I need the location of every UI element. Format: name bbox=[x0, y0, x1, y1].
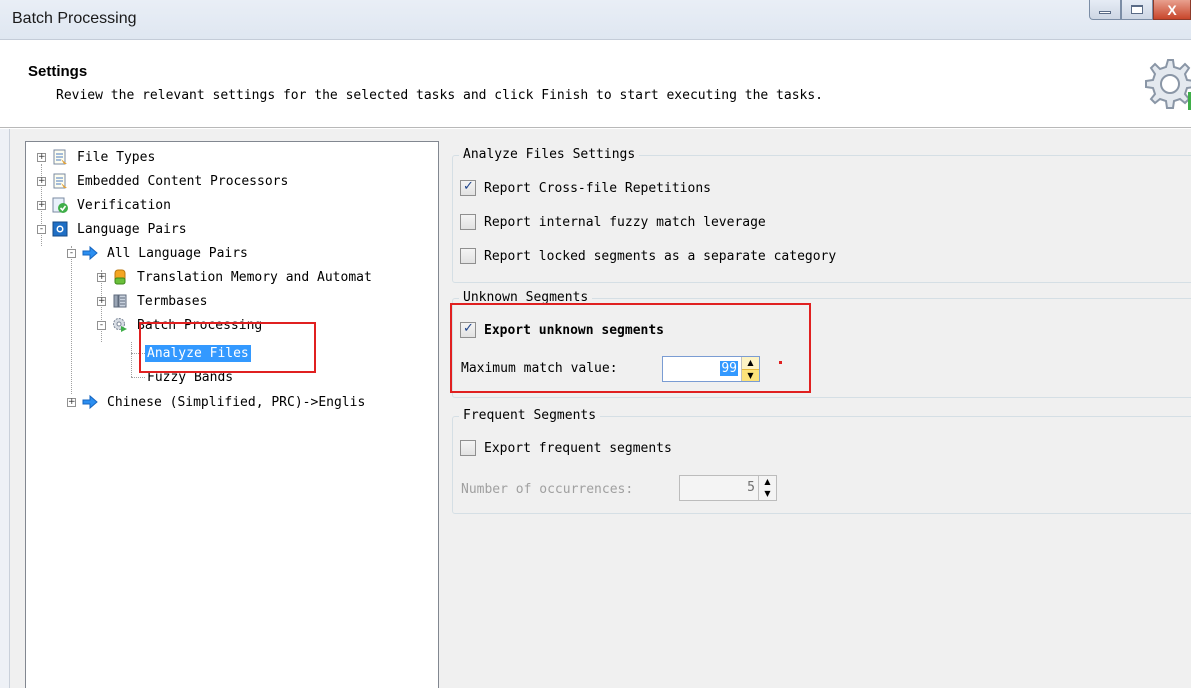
termbase-icon bbox=[113, 294, 127, 308]
group-title: Frequent Segments bbox=[459, 408, 601, 423]
arrow-right-icon bbox=[82, 394, 98, 410]
language-pairs-icon bbox=[52, 221, 68, 237]
checkbox-label: Report internal fuzzy match leverage bbox=[484, 214, 766, 230]
export-frequent-segments-checkbox[interactable]: Export frequent segments bbox=[460, 440, 672, 456]
wizard-header: Settings Review the relevant settings fo… bbox=[0, 40, 1191, 128]
chevron-up-icon: ▲ bbox=[764, 477, 771, 486]
expand-icon[interactable]: + bbox=[37, 152, 46, 162]
expand-icon[interactable]: + bbox=[67, 397, 76, 407]
tree-item-language-pairs[interactable]: - Language Pairs bbox=[37, 217, 189, 241]
settings-tree[interactable]: + File Types + Embedded Content Processo… bbox=[25, 141, 439, 688]
tree-item-embedded-content[interactable]: + Embedded Content Processors bbox=[37, 169, 290, 193]
checkbox-label: Export frequent segments bbox=[484, 440, 672, 456]
tree-item-label: File Types bbox=[77, 149, 156, 165]
checkbox-box[interactable] bbox=[460, 214, 476, 230]
tree-item-translation-memory[interactable]: + Translation Memory and Automat bbox=[97, 265, 374, 289]
annotation-highlight-box bbox=[139, 322, 316, 373]
tree-item-all-language-pairs[interactable]: - All Language Pairs bbox=[67, 241, 250, 265]
verification-icon bbox=[52, 197, 68, 213]
checkbox-label: Report Cross-file Repetitions bbox=[484, 180, 711, 196]
tree-item-label: Language Pairs bbox=[77, 221, 187, 237]
minimize-button[interactable] bbox=[1089, 0, 1121, 20]
tree-item-label: Chinese (Simplified, PRC)->Englis bbox=[107, 394, 366, 410]
number-of-occurrences-stepper: 5 ▲ ▼ bbox=[679, 475, 777, 501]
number-of-occurrences-label: Number of occurrences: bbox=[461, 482, 633, 497]
page-description: Review the relevant settings for the sel… bbox=[56, 88, 824, 103]
collapse-icon[interactable]: - bbox=[67, 248, 76, 258]
stepper-buttons: ▲ ▼ bbox=[758, 476, 776, 500]
report-cross-file-repetitions-checkbox[interactable]: Report Cross-file Repetitions bbox=[460, 179, 711, 196]
close-button[interactable]: X bbox=[1153, 0, 1191, 20]
tree-connector bbox=[71, 246, 72, 394]
left-edge bbox=[0, 129, 10, 688]
expand-icon[interactable]: + bbox=[37, 176, 46, 186]
collapse-icon[interactable]: - bbox=[97, 320, 106, 330]
embedded-content-icon bbox=[53, 173, 67, 189]
database-icon bbox=[114, 269, 126, 285]
report-locked-segments-checkbox[interactable]: Report locked segments as a separate cat… bbox=[460, 248, 836, 264]
checkbox-box[interactable] bbox=[460, 248, 476, 264]
tree-item-verification[interactable]: + Verification bbox=[37, 193, 173, 217]
window-controls: X bbox=[1089, 0, 1191, 20]
tree-connector bbox=[131, 342, 132, 377]
tree-connector bbox=[131, 377, 145, 378]
tree-item-label: Embedded Content Processors bbox=[77, 173, 289, 189]
frequent-segments-group: Frequent Segments bbox=[452, 408, 1191, 514]
page-title: Settings bbox=[28, 63, 88, 80]
field-label: Number of occurrences: bbox=[461, 482, 634, 497]
window-title: Batch Processing bbox=[12, 10, 137, 27]
maximize-icon bbox=[1131, 5, 1143, 14]
minimize-icon bbox=[1099, 11, 1111, 14]
file-types-icon bbox=[53, 149, 67, 165]
tree-item-chinese-english[interactable]: + Chinese (Simplified, PRC)->Englis bbox=[67, 390, 367, 414]
gear-play-icon bbox=[113, 318, 127, 332]
title-bar: Batch Processing X bbox=[0, 0, 1191, 40]
expand-icon[interactable]: + bbox=[37, 200, 46, 210]
annotation-dot bbox=[779, 361, 782, 364]
checkbox-box[interactable] bbox=[460, 440, 476, 456]
collapse-icon[interactable]: - bbox=[37, 224, 46, 234]
close-icon: X bbox=[1167, 1, 1177, 18]
stepper-value: 5 bbox=[747, 480, 755, 495]
tree-item-termbases[interactable]: + Termbases bbox=[97, 289, 209, 313]
tree-item-file-types[interactable]: + File Types bbox=[37, 145, 157, 169]
tree-item-label: Verification bbox=[77, 197, 171, 213]
expand-icon[interactable]: + bbox=[97, 296, 106, 306]
wizard-body: + File Types + Embedded Content Processo… bbox=[0, 129, 1191, 688]
expand-icon[interactable]: + bbox=[97, 272, 106, 282]
arrow-right-icon bbox=[82, 245, 98, 261]
chevron-down-icon: ▼ bbox=[764, 489, 771, 498]
checkbox-label: Report locked segments as a separate cat… bbox=[484, 248, 837, 264]
settings-gear-icon bbox=[1145, 59, 1191, 110]
tree-item-label: All Language Pairs bbox=[107, 245, 248, 261]
group-title: Analyze Files Settings bbox=[459, 147, 640, 162]
checkbox-box[interactable] bbox=[460, 179, 476, 196]
maximize-button[interactable] bbox=[1121, 0, 1153, 20]
report-internal-fuzzy-checkbox[interactable]: Report internal fuzzy match leverage bbox=[460, 214, 766, 230]
annotation-highlight-box bbox=[450, 303, 811, 393]
tree-item-label: Termbases bbox=[137, 293, 208, 309]
tree-item-label: Translation Memory and Automat bbox=[137, 269, 372, 285]
